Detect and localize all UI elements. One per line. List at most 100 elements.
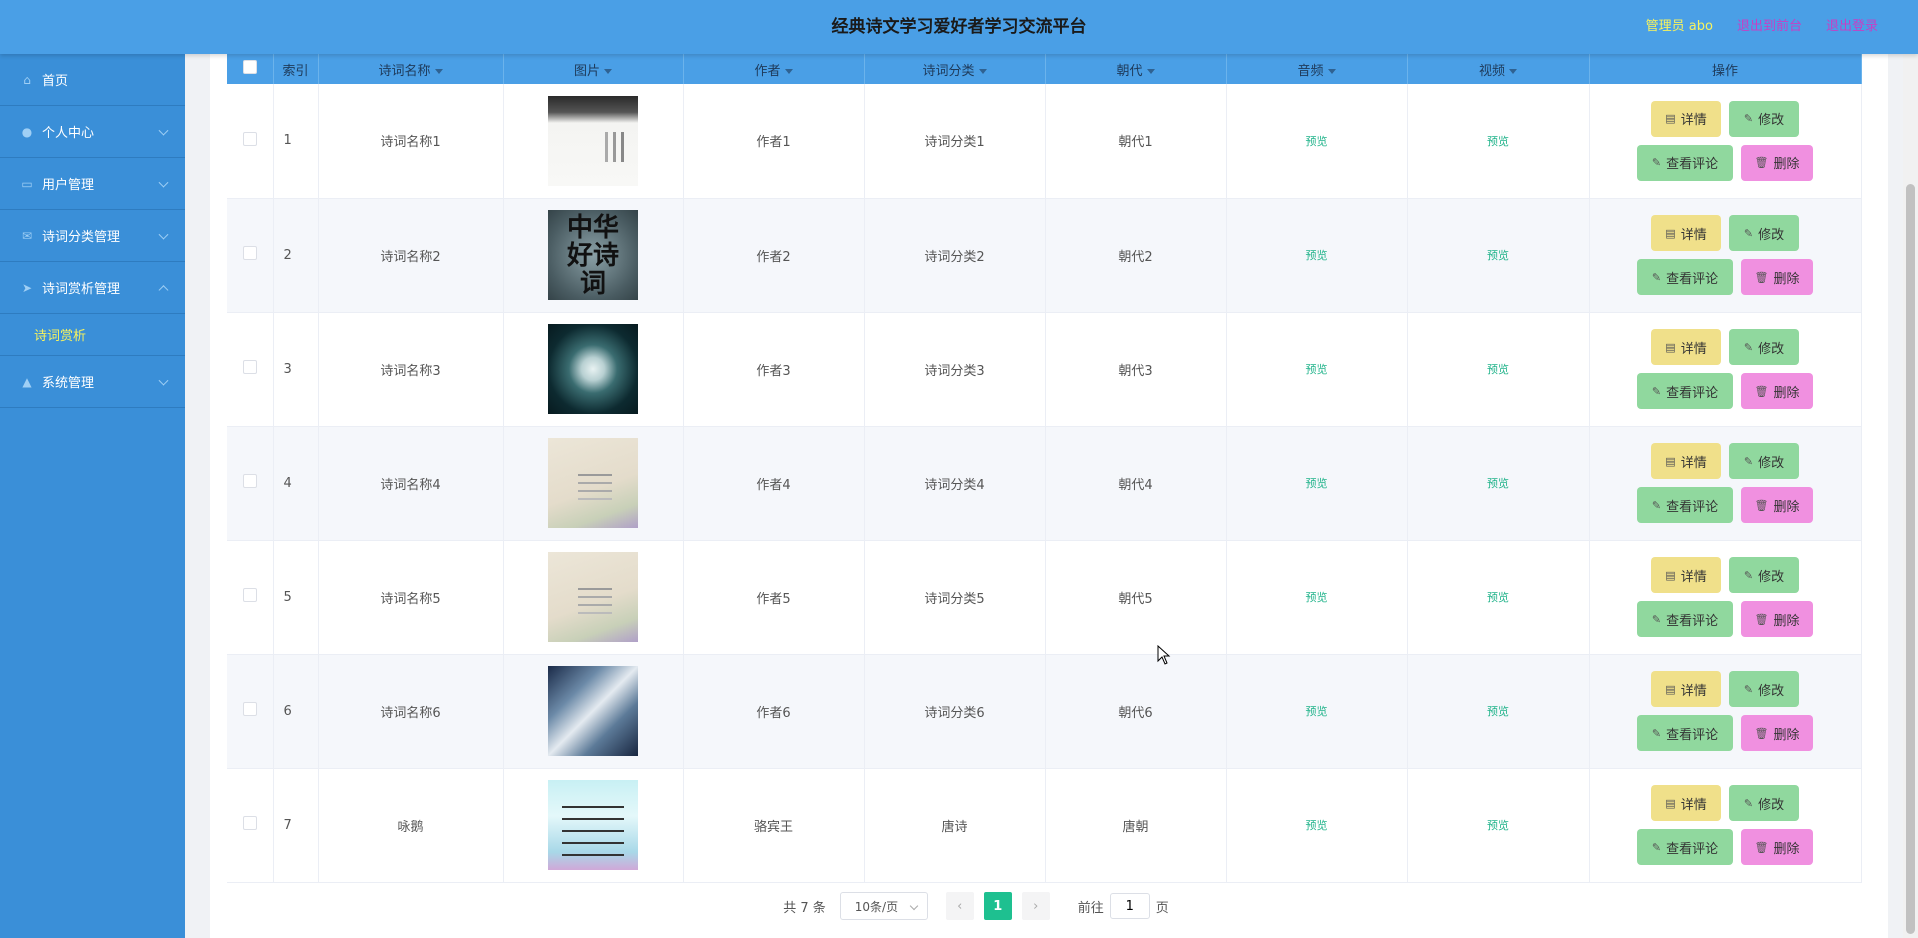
row-dynasty: 朝代1 (1045, 84, 1227, 199)
delete-button[interactable]: 🗑 删除 (1741, 373, 1813, 409)
sort-icon[interactable] (978, 68, 987, 74)
sort-icon[interactable] (1146, 68, 1155, 74)
audio-preview-link[interactable]: 预览 (1306, 819, 1328, 832)
back-to-front-link[interactable]: 退出到前台 (1737, 0, 1802, 54)
view-comments-button[interactable]: ✎ 查看评论 (1637, 144, 1733, 181)
audio-preview-link[interactable]: 预览 (1306, 705, 1328, 718)
view-comments-button[interactable]: ✎ 查看评论 (1637, 259, 1733, 295)
header-dynasty[interactable]: 朝代 (1045, 54, 1227, 84)
goto-page-input[interactable] (1109, 893, 1150, 919)
poem-image[interactable] (548, 666, 638, 756)
prev-page-button[interactable]: ‹ (945, 892, 974, 920)
row-checkbox[interactable] (242, 131, 257, 146)
page-number-current[interactable]: 1 (983, 892, 1012, 920)
video-preview-link[interactable]: 预览 (1487, 135, 1509, 148)
header-video[interactable]: 视频 (1407, 54, 1590, 84)
view-comments-button[interactable]: ✎ 查看评论 (1637, 373, 1733, 409)
row-checkbox[interactable] (242, 360, 257, 374)
detail-button[interactable]: ▤ 详情 (1651, 785, 1721, 821)
video-preview-link[interactable]: 预览 (1487, 249, 1509, 262)
goto-suffix: 页 (1155, 900, 1169, 916)
edit-button[interactable]: ✎ 修改 (1729, 671, 1799, 707)
poem-image[interactable] (548, 210, 638, 300)
edit-button[interactable]: ✎ 修改 (1729, 215, 1799, 251)
sort-icon[interactable] (604, 68, 612, 74)
sidebar-item-home[interactable]: ⌂ 首页 (0, 54, 185, 106)
scrollbar-thumb[interactable] (1906, 184, 1915, 934)
button-label: 查看评论 (1666, 157, 1719, 173)
audio-preview-link[interactable]: 预览 (1306, 363, 1328, 376)
video-preview-link[interactable]: 预览 (1487, 363, 1509, 376)
detail-button[interactable]: ▤ 详情 (1651, 329, 1721, 365)
sort-icon[interactable] (434, 68, 443, 74)
audio-preview-link[interactable]: 预览 (1306, 249, 1328, 262)
view-comments-button[interactable]: ✎ 查看评论 (1637, 829, 1733, 865)
header-audio[interactable]: 音频 (1226, 54, 1408, 84)
audio-preview-link[interactable]: 预览 (1306, 477, 1328, 490)
next-page-button[interactable]: › (1021, 892, 1050, 920)
row-video-cell: 预览 (1407, 312, 1590, 427)
delete-button[interactable]: 🗑 删除 (1741, 259, 1813, 295)
edit-button[interactable]: ✎ 修改 (1729, 785, 1799, 821)
view-comments-button[interactable]: ✎ 查看评论 (1637, 715, 1733, 751)
video-preview-link[interactable]: 预览 (1487, 591, 1509, 604)
delete-button[interactable]: 🗑 删除 (1741, 829, 1813, 865)
header-author[interactable]: 作者 (683, 54, 865, 84)
detail-button[interactable]: ▤ 详情 (1651, 215, 1721, 251)
poem-image[interactable] (548, 324, 638, 414)
view-comments-button[interactable]: ✎ 查看评论 (1637, 487, 1733, 523)
row-checkbox[interactable] (242, 588, 257, 602)
delete-button[interactable]: 🗑 删除 (1741, 487, 1813, 523)
video-preview-link[interactable]: 预览 (1487, 705, 1509, 718)
row-checkbox[interactable] (242, 474, 257, 488)
row-index: 2 (273, 198, 319, 313)
delete-button[interactable]: 🗑 删除 (1741, 144, 1813, 181)
poem-image[interactable] (548, 95, 638, 186)
audio-preview-link[interactable]: 预览 (1306, 591, 1328, 604)
sidebar-item-profile[interactable]: ● 个人中心 (0, 106, 185, 158)
table-row: 5 诗词名称5 作者5 诗词分类5 朝代5 预览 预览 ▤ 详情 ✎ 修改 ✎ 查看评… (227, 540, 1862, 655)
row-checkbox[interactable] (242, 816, 257, 830)
detail-button[interactable]: ▤ 详情 (1651, 557, 1721, 593)
sort-icon[interactable] (784, 68, 793, 74)
detail-button[interactable]: ▤ 详情 (1651, 671, 1721, 707)
sort-icon[interactable] (1509, 68, 1517, 74)
sort-icon[interactable] (1327, 68, 1336, 74)
poem-image[interactable] (548, 438, 638, 528)
view-comments-button[interactable]: ✎ 查看评论 (1637, 601, 1733, 637)
button-label: 删除 (1773, 841, 1800, 857)
poem-image[interactable] (548, 780, 638, 870)
sidebar-item-category[interactable]: ✉ 诗词分类管理 (0, 210, 185, 262)
edit-button[interactable]: ✎ 修改 (1729, 557, 1799, 593)
poem-image[interactable] (548, 552, 638, 642)
document-icon: ▤ (1665, 340, 1676, 354)
audio-preview-link[interactable]: 预览 (1306, 135, 1328, 148)
edit-button[interactable]: ✎ 修改 (1729, 329, 1799, 365)
page-scrollbar[interactable] (1903, 54, 1918, 938)
header-name[interactable]: 诗词名称 (318, 54, 504, 84)
delete-button[interactable]: 🗑 删除 (1741, 601, 1813, 637)
row-category: 唐诗 (864, 768, 1046, 883)
detail-button[interactable]: ▤ 详情 (1651, 443, 1721, 479)
button-label: 删除 (1773, 271, 1800, 287)
sidebar-subitem-appreciation[interactable]: 诗词赏析 (0, 314, 185, 356)
logout-link[interactable]: 退出登录 (1826, 0, 1878, 54)
video-preview-link[interactable]: 预览 (1487, 819, 1509, 832)
edit-button[interactable]: ✎ 修改 (1729, 100, 1799, 137)
sidebar-item-appreciation[interactable]: ➤ 诗词赏析管理 (0, 262, 185, 314)
header-image[interactable]: 图片 (503, 54, 684, 84)
select-all-checkbox[interactable] (242, 60, 257, 74)
sidebar-item-system[interactable]: ▲ 系统管理 (0, 356, 185, 408)
delete-button[interactable]: 🗑 删除 (1741, 715, 1813, 751)
row-name: 咏鹅 (318, 768, 504, 883)
page-size-select[interactable]: 10条/页 (839, 892, 928, 920)
edit-button[interactable]: ✎ 修改 (1729, 443, 1799, 479)
row-checkbox[interactable] (242, 246, 257, 260)
row-name: 诗词名称4 (318, 426, 504, 541)
header-category[interactable]: 诗词分类 (864, 54, 1046, 84)
row-checkbox[interactable] (242, 702, 257, 716)
detail-button[interactable]: ▤ 详情 (1651, 100, 1721, 137)
row-category: 诗词分类2 (864, 198, 1046, 313)
video-preview-link[interactable]: 预览 (1487, 477, 1509, 490)
sidebar-item-users[interactable]: ▭ 用户管理 (0, 158, 185, 210)
